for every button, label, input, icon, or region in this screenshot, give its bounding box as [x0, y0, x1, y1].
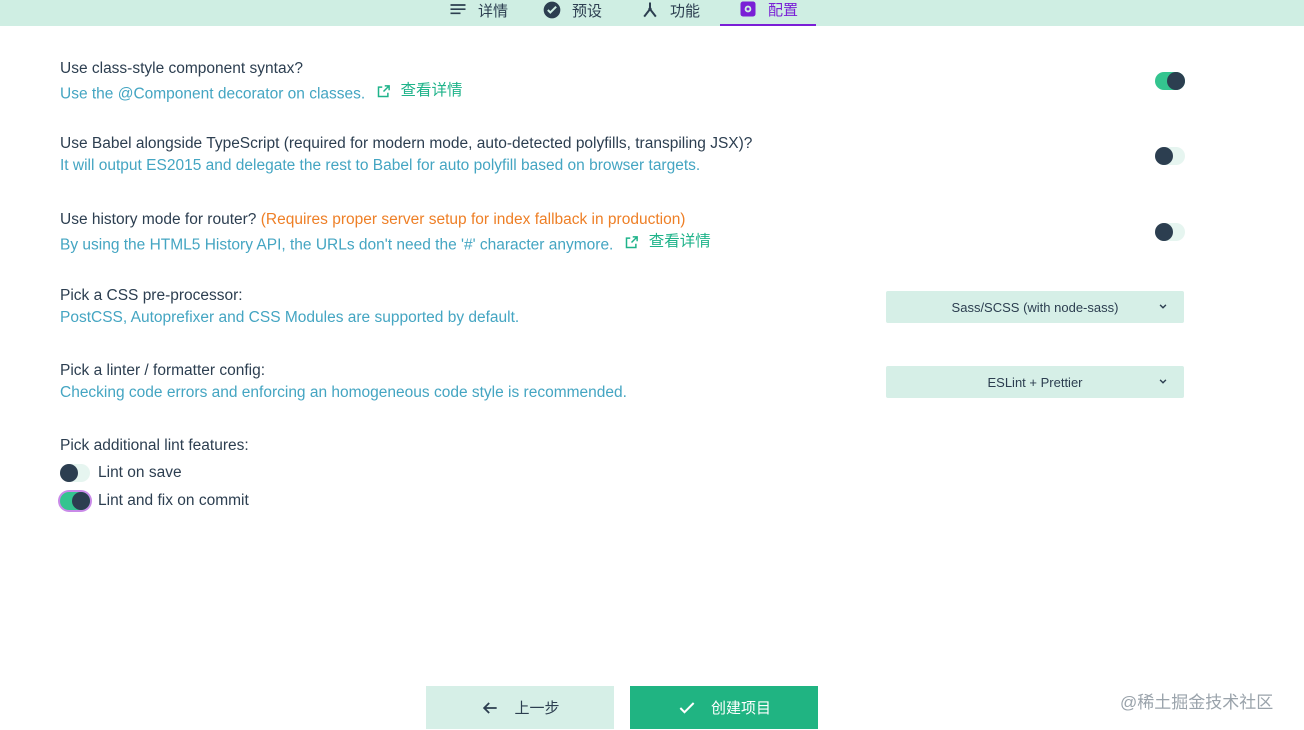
option-babel: Use Babel alongside TypeScript (required…: [60, 133, 1184, 177]
fork-icon: [643, 2, 657, 18]
more-info-link[interactable]: 查看详情: [376, 80, 463, 102]
option-description: By using the HTML5 History API, the URLs…: [60, 231, 1184, 257]
option-desc-text: Use the @Component decorator on classes.: [60, 85, 366, 103]
create-project-label: 创建项目: [710, 700, 771, 717]
option-description: Use the @Component decorator on classes.…: [60, 80, 1184, 106]
tab-presets[interactable]: 预设: [524, 0, 620, 26]
arrow-left-icon: [483, 701, 498, 714]
tab-presets-label: 预设: [572, 2, 603, 20]
chevron-down-icon: [1159, 304, 1167, 309]
more-info-label: 查看详情: [648, 233, 711, 250]
toggle-knob: [1155, 223, 1173, 241]
babel-toggle[interactable]: [1155, 147, 1185, 165]
lint-feature-label: Lint and fix on commit: [98, 492, 249, 509]
history-mode-toggle[interactable]: [1155, 223, 1185, 241]
previous-step-label: 上一步: [514, 700, 560, 717]
css-preprocessor-select[interactable]: Sass/SCSS (with node-sass): [886, 291, 1184, 323]
option-warning: (Requires proper server setup for index …: [260, 211, 686, 228]
option-desc-text: It will output ES2015 and delegate the r…: [60, 157, 701, 174]
previous-step-button[interactable]: 上一步: [426, 686, 614, 729]
toggle-knob: [72, 492, 90, 510]
option-desc-text: By using the HTML5 History API, the URLs…: [60, 236, 614, 254]
lint-feature-label: Lint on save: [98, 464, 182, 481]
lint-fix-on-commit-toggle[interactable]: [60, 492, 90, 510]
tab-config[interactable]: 配置: [720, 0, 817, 26]
linter-config-select[interactable]: ESLint + Prettier: [886, 366, 1184, 398]
tab-details-label: 详情: [478, 2, 509, 20]
settings-icon: [740, 1, 756, 17]
chevron-down-icon: [1159, 379, 1167, 384]
lint-feature-item: Lint and fix on commit: [60, 492, 249, 510]
check-circle-icon: [543, 1, 561, 19]
select-value: Sass/SCSS (with node-sass): [951, 299, 1119, 315]
more-info-label: 查看详情: [400, 82, 463, 99]
option-history-mode: Use history mode for router? (Requires p…: [60, 209, 1184, 257]
lint-feature-item: Lint on save: [60, 464, 182, 482]
toggle-knob: [1155, 147, 1173, 165]
lint-on-save-toggle[interactable]: [60, 464, 90, 482]
tab-config-label: 配置: [768, 1, 799, 19]
option-class-component: Use class-style component syntax? Use th…: [60, 58, 1184, 106]
more-info-link[interactable]: 查看详情: [624, 231, 711, 253]
watermark: @稀土掘金技术社区: [1120, 693, 1274, 712]
option-title-text: Use history mode for router?: [60, 211, 257, 228]
option-lint-features: Pick additional lint features:: [60, 435, 1184, 457]
toggle-knob: [1167, 72, 1185, 90]
tab-features-label: 功能: [670, 2, 701, 20]
list-icon: [450, 4, 466, 15]
tab-details[interactable]: 详情: [430, 0, 526, 26]
option-title: Use history mode for router? (Requires p…: [60, 209, 1184, 231]
tab-features[interactable]: 功能: [622, 0, 718, 26]
external-link-icon: [377, 84, 390, 97]
toggle-knob: [60, 464, 78, 482]
class-component-toggle[interactable]: [1155, 72, 1185, 90]
option-title: Use class-style component syntax?: [60, 60, 303, 77]
select-value: ESLint + Prettier: [987, 374, 1083, 390]
check-icon: [679, 701, 695, 714]
tab-bar: 详情 预设 功能 配置: [0, 0, 1304, 26]
external-link-icon: [625, 235, 638, 248]
option-title: Pick additional lint features:: [60, 437, 249, 454]
option-title: Use Babel alongside TypeScript (required…: [60, 135, 753, 152]
create-project-button[interactable]: 创建项目: [630, 686, 818, 729]
